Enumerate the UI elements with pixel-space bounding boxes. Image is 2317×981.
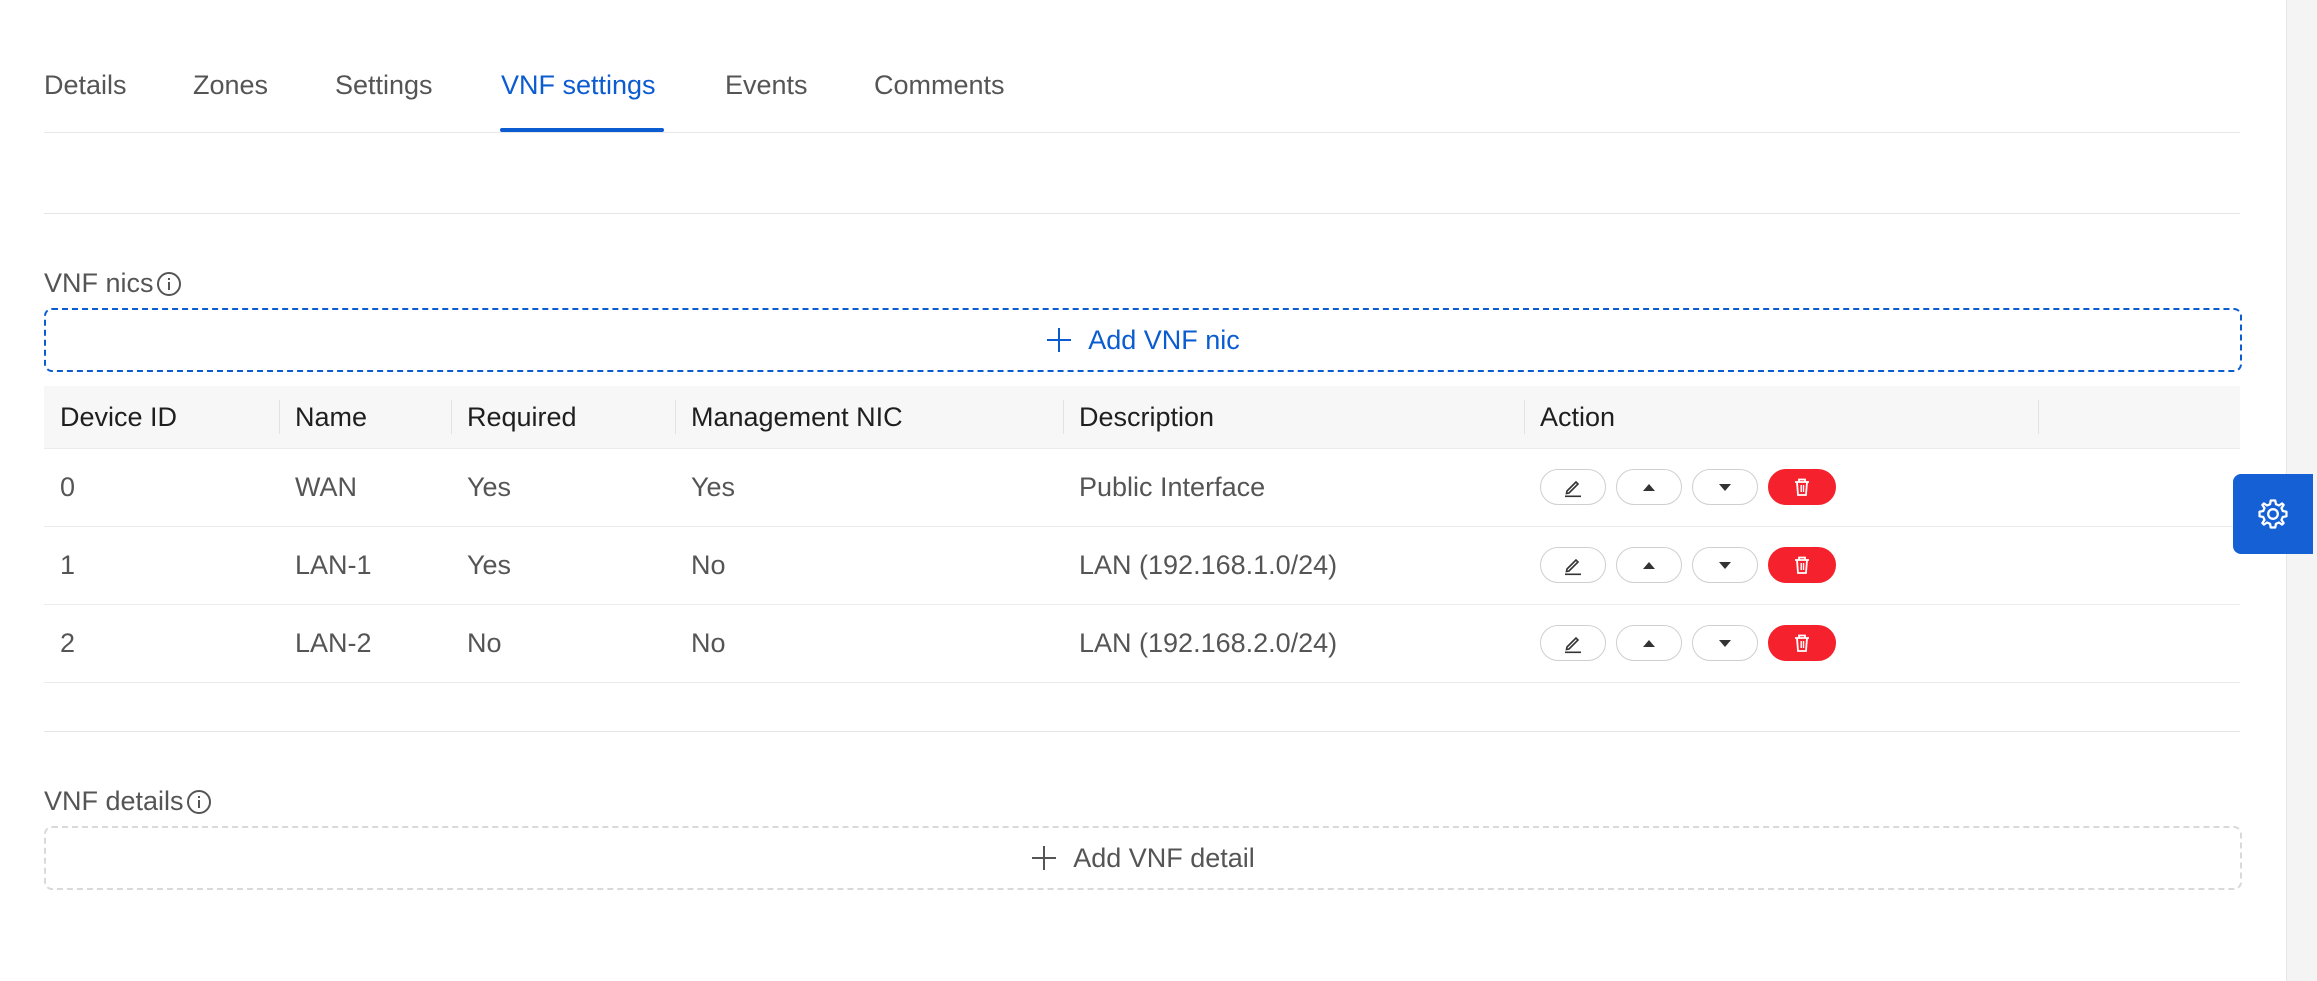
move-down-button[interactable] <box>1692 625 1758 661</box>
column-header-name: Name <box>295 402 368 432</box>
caret-down-icon <box>1719 562 1731 569</box>
add-vnf-nic-label: Add VNF nic <box>1088 324 1240 355</box>
column-header-description: Description <box>1079 402 1215 432</box>
trash-icon <box>1795 634 1809 652</box>
plus-icon <box>1047 328 1072 352</box>
table-row: 1 LAN-1 Yes No LAN (192.168.1.0/24) <box>44 527 2240 605</box>
cell-device-id: 2 <box>60 628 76 658</box>
move-up-button[interactable] <box>1616 547 1682 583</box>
cell-required: No <box>467 628 502 658</box>
cell-required: Yes <box>467 550 512 580</box>
edit-button[interactable] <box>1540 625 1606 661</box>
tab-details[interactable]: Details <box>44 70 127 101</box>
cell-name: WAN <box>295 472 357 502</box>
tab-zones[interactable]: Zones <box>193 70 268 101</box>
delete-button[interactable] <box>1768 547 1836 583</box>
tab-bar: Details Zones Settings VNF settings Even… <box>44 0 2240 133</box>
column-header-device-id: Device ID <box>60 402 178 432</box>
vnf-details-section-label: VNF details <box>44 786 212 817</box>
section-divider <box>44 213 2240 214</box>
gear-icon <box>2258 499 2288 529</box>
active-tab-indicator <box>500 128 664 132</box>
add-vnf-nic-button[interactable]: Add VNF nic <box>44 308 2242 372</box>
vnf-nics-table: Device ID Name Required Management NIC D… <box>44 386 2240 683</box>
tab-settings[interactable]: Settings <box>335 70 433 101</box>
info-circle-icon[interactable] <box>186 789 212 815</box>
caret-up-icon <box>1643 484 1655 491</box>
settings-button[interactable] <box>2233 474 2313 554</box>
column-header-management-nic: Management NIC <box>691 402 903 432</box>
cell-management-nic: No <box>691 550 726 580</box>
column-header-required: Required <box>467 402 577 432</box>
cell-required: Yes <box>467 472 512 502</box>
move-up-button[interactable] <box>1616 469 1682 505</box>
add-vnf-detail-button[interactable]: Add VNF detail <box>44 826 2242 890</box>
tab-events[interactable]: Events <box>725 70 808 101</box>
cell-description: Public Interface <box>1079 472 1266 502</box>
vnf-nics-label: VNF nics <box>44 268 154 298</box>
column-separator <box>2038 400 2039 434</box>
pencil-icon <box>1565 558 1581 576</box>
row-actions <box>1540 625 1836 661</box>
cell-device-id: 1 <box>60 550 76 580</box>
plus-icon <box>1032 846 1057 870</box>
delete-button[interactable] <box>1768 469 1836 505</box>
caret-down-icon <box>1719 484 1731 491</box>
column-header-action: Action <box>1540 402 1616 432</box>
caret-down-icon <box>1719 640 1731 647</box>
edit-button[interactable] <box>1540 469 1606 505</box>
move-down-button[interactable] <box>1692 469 1758 505</box>
delete-button[interactable] <box>1768 625 1836 661</box>
pencil-icon <box>1565 636 1581 654</box>
edit-button[interactable] <box>1540 547 1606 583</box>
tab-vnf-settings[interactable]: VNF settings <box>501 70 656 101</box>
info-circle-icon[interactable] <box>156 271 182 297</box>
row-actions <box>1540 469 1836 505</box>
caret-up-icon <box>1643 640 1655 647</box>
cell-device-id: 0 <box>60 472 76 502</box>
table-row: 2 LAN-2 No No LAN (192.168.2.0/24) <box>44 605 2240 683</box>
trash-icon <box>1795 478 1809 496</box>
row-actions <box>1540 547 1836 583</box>
tab-comments[interactable]: Comments <box>874 70 1005 101</box>
add-vnf-detail-label: Add VNF detail <box>1073 842 1255 873</box>
cell-name: LAN-1 <box>295 550 372 580</box>
cell-description: LAN (192.168.1.0/24) <box>1079 550 1338 580</box>
pencil-icon <box>1565 480 1581 498</box>
cell-name: LAN-2 <box>295 628 372 658</box>
move-down-button[interactable] <box>1692 547 1758 583</box>
cell-description: LAN (192.168.2.0/24) <box>1079 628 1338 658</box>
caret-up-icon <box>1643 562 1655 569</box>
vnf-details-label: VNF details <box>44 786 184 816</box>
cell-management-nic: Yes <box>691 472 736 502</box>
table-header: Device ID Name Required Management NIC D… <box>44 386 2240 449</box>
move-up-button[interactable] <box>1616 625 1682 661</box>
vnf-nics-section-label: VNF nics <box>44 268 182 299</box>
trash-icon <box>1795 556 1809 574</box>
section-divider <box>44 731 2240 732</box>
table-row: 0 WAN Yes Yes Public Interface <box>44 449 2240 527</box>
vnf-settings-page: Details Zones Settings VNF settings Even… <box>44 0 2242 890</box>
cell-management-nic: No <box>691 628 726 658</box>
